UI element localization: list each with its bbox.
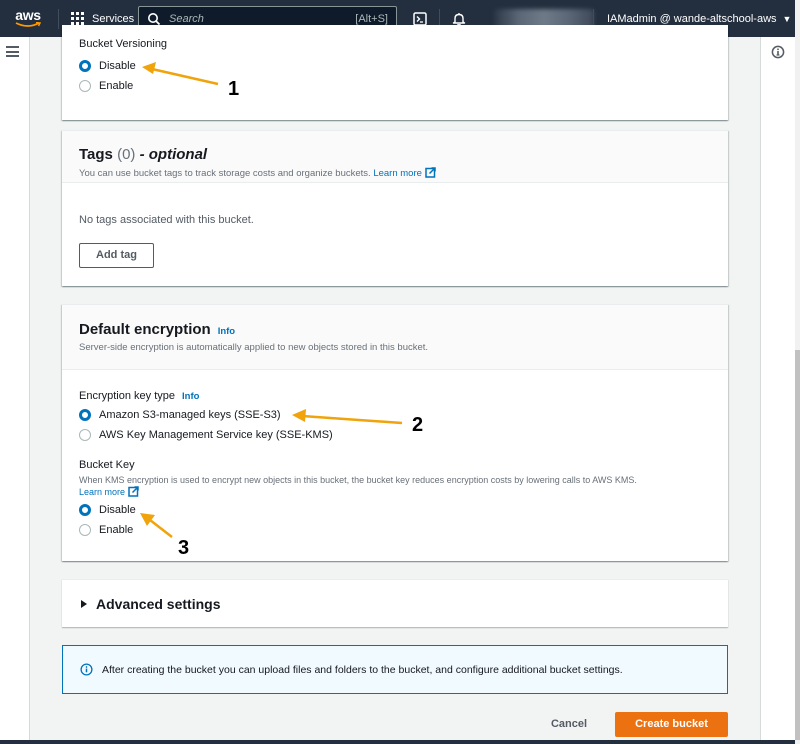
bucket-versioning-label: Bucket Versioning (79, 38, 168, 50)
nav-divider (58, 8, 59, 29)
aws-smile-icon (15, 22, 41, 27)
radio-button[interactable] (79, 80, 91, 92)
advanced-settings-label: Advanced settings (96, 595, 221, 612)
tags-description: You can use bucket tags to track storage… (79, 167, 711, 179)
radio-label: Enable (99, 524, 134, 536)
advanced-settings-expander[interactable]: Advanced settings (62, 579, 728, 627)
create-bucket-button[interactable]: Create bucket (615, 712, 728, 737)
versioning-enable-radio[interactable]: Enable (79, 76, 711, 96)
default-encryption-card: Default encryption Info Server-side encry… (62, 304, 728, 561)
encryption-info-link[interactable]: Info (218, 326, 235, 337)
tags-learn-more-link[interactable]: Learn more (373, 167, 436, 179)
bucket-key-learn-more-link[interactable]: Learn more (79, 486, 139, 497)
left-navigation-rail (0, 37, 30, 744)
tags-title: Tags (0) - optional (79, 146, 208, 163)
grid-icon (71, 12, 84, 25)
bucket-key-disable-radio[interactable]: Disable (79, 500, 711, 520)
radio-label: Disable (99, 504, 136, 516)
bucket-versioning-card: Bucket Versioning Disable Enable (62, 25, 728, 120)
radio-button-checked[interactable] (79, 504, 91, 516)
account-name: IAMadmin @ wande-altschool-aws (607, 12, 777, 25)
caret-right-icon (81, 599, 87, 608)
info-alert: After creating the bucket you can upload… (62, 645, 728, 694)
radio-label: Amazon S3-managed keys (SSE-S3) (99, 409, 281, 421)
radio-button-checked[interactable] (79, 60, 91, 72)
info-panel-icon[interactable] (771, 45, 785, 59)
encryption-key-type-label: Encryption key type Info (79, 390, 200, 402)
caret-down-icon: ▼ (782, 13, 792, 24)
radio-label: Disable (99, 60, 136, 72)
optional-label: - optional (139, 146, 208, 163)
info-icon (80, 663, 93, 676)
external-link-icon (128, 486, 139, 497)
bottom-bar (0, 740, 795, 744)
bucket-key-enable-radio[interactable]: Enable (79, 520, 711, 540)
radio-button[interactable] (79, 524, 91, 536)
cancel-button[interactable]: Cancel (537, 712, 601, 737)
bucket-key-label: Bucket Key (79, 459, 135, 471)
page-scrollbar[interactable] (795, 0, 800, 744)
radio-label: Enable (99, 80, 134, 92)
search-shortcut-hint: [Alt+S] (355, 12, 388, 25)
search-icon (148, 12, 161, 25)
search-input[interactable] (169, 12, 356, 25)
tags-empty-message: No tags associated with this bucket. (79, 214, 254, 226)
sse-kms-radio[interactable]: AWS Key Management Service key (SSE-KMS) (79, 425, 711, 445)
external-link-icon (425, 167, 436, 178)
annotation-number-2: 2 (412, 414, 424, 436)
radio-button-checked[interactable] (79, 409, 91, 421)
annotation-number-3: 3 (178, 537, 190, 559)
versioning-disable-radio[interactable]: Disable (79, 56, 711, 76)
tags-card-header: Tags (0) - optional You can use bucket t… (62, 131, 728, 183)
aws-logo[interactable]: aws (4, 0, 52, 37)
radio-label: AWS Key Management Service key (SSE-KMS) (99, 429, 333, 441)
encryption-description: Server-side encryption is automatically … (79, 342, 429, 353)
radio-button[interactable] (79, 429, 91, 441)
aws-logo-text: aws (15, 7, 41, 23)
services-label: Services (92, 12, 135, 25)
sse-s3-radio[interactable]: Amazon S3-managed keys (SSE-S3) (79, 405, 711, 425)
tags-count: (0) (117, 146, 136, 163)
bucket-key-description: When KMS encryption is used to encrypt n… (79, 475, 637, 497)
menu-icon[interactable] (6, 46, 19, 57)
encryption-card-header: Default encryption Info Server-side encry… (62, 305, 728, 370)
annotation-number-1: 1 (228, 78, 240, 100)
alert-text: After creating the bucket you can upload… (102, 663, 623, 676)
right-tools-rail (760, 37, 795, 744)
tags-card: Tags (0) - optional You can use bucket t… (62, 130, 728, 286)
cloudshell-icon (413, 11, 427, 26)
encryption-title: Default encryption Info (79, 321, 236, 338)
add-tag-button[interactable]: Add tag (79, 243, 154, 268)
key-type-info-link[interactable]: Info (182, 391, 199, 402)
bell-icon (452, 12, 466, 26)
scrollbar-thumb[interactable] (795, 350, 800, 740)
